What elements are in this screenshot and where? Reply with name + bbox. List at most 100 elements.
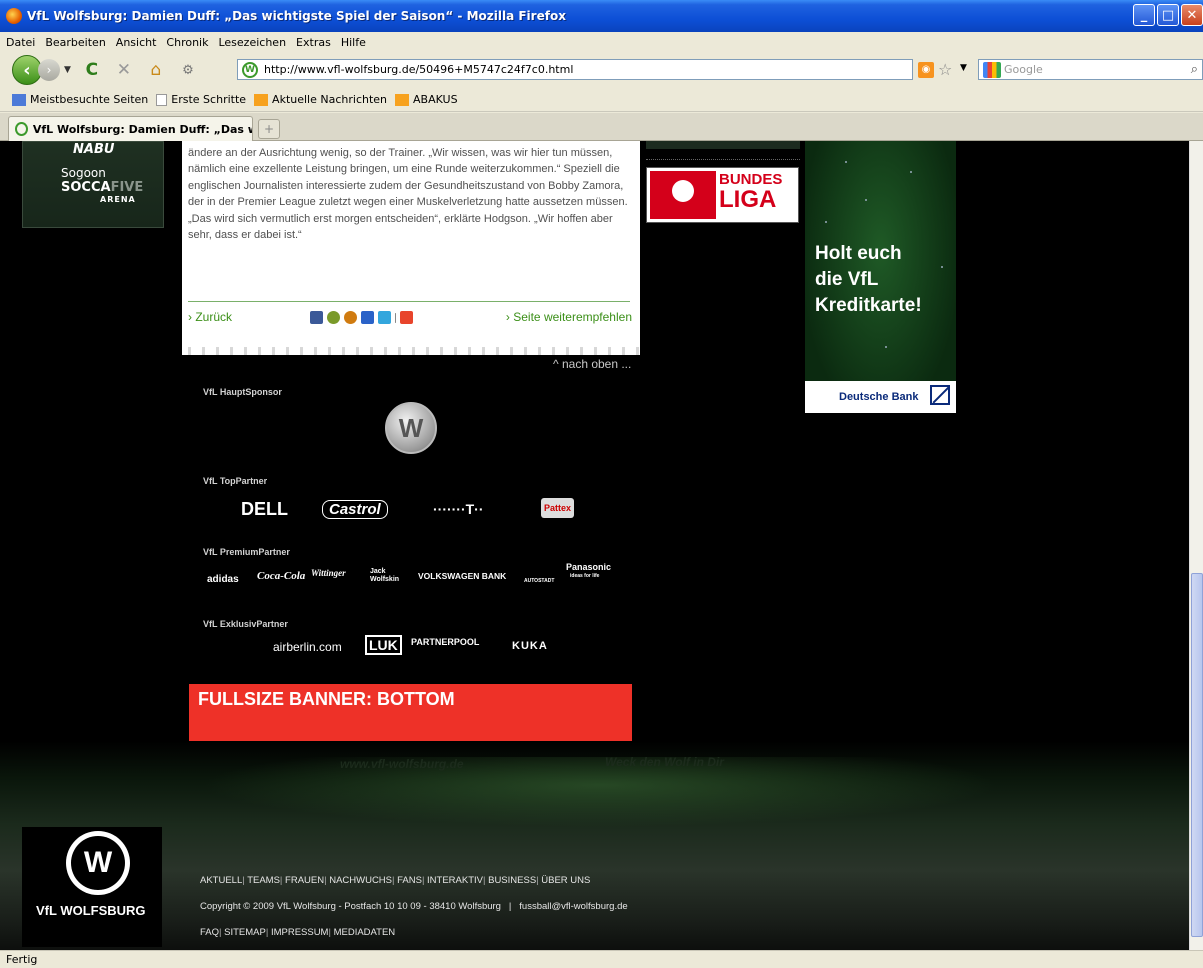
dell-logo[interactable]: DELL (241, 499, 288, 520)
soccafive-banner[interactable]: NABU Sogoon SOCCAFIVE ARENA (22, 141, 164, 228)
wolfsburg-crest-icon: W (66, 831, 130, 895)
scrollbar-thumb[interactable] (1191, 573, 1203, 937)
footer-link-business[interactable]: BUSINESS (488, 875, 536, 886)
footer-link-ueber-uns[interactable]: ÜBER UNS (541, 875, 590, 886)
article-divider (188, 301, 630, 302)
share-flower-icon[interactable] (327, 311, 340, 324)
history-dropdown-icon[interactable]: ▼ (64, 65, 71, 75)
vertical-scrollbar[interactable] (1189, 141, 1203, 950)
soccafive-logo: SOCCAFIVE (61, 180, 144, 195)
autostadt-logo[interactable]: AUTOSTADT (524, 578, 554, 584)
share-icons (310, 311, 413, 324)
share-star-icon[interactable] (344, 311, 357, 324)
footer-link-faq[interactable]: FAQ (200, 927, 219, 938)
volkswagen-logo[interactable]: W (385, 402, 437, 454)
rss-folder-icon (395, 93, 410, 106)
footer-link-nachwuchs[interactable]: NACHWUCHS (329, 875, 392, 886)
minimize-button[interactable]: _ (1133, 4, 1155, 26)
url-text[interactable]: http://www.vfl-wolfsburg.de/50496+M5747c… (264, 63, 573, 76)
reload-icon[interactable]: C (79, 59, 105, 81)
window-titlebar: VfL Wolfsburg: Damien Duff: „Das wichtig… (0, 0, 1203, 32)
back-link[interactable]: › Zurück (188, 310, 232, 324)
vfl-wolfsburg-logo[interactable]: W VfL WOLFSBURG (22, 827, 162, 947)
bookmarks-toolbar: Meistbesuchte Seiten Erste Schritte Aktu… (0, 88, 1203, 112)
page-viewport: NABU Sogoon SOCCAFIVE ARENA ändere an de… (0, 141, 1189, 950)
folder-icon (12, 93, 26, 106)
telekom-logo[interactable]: ·······T·· (433, 501, 484, 517)
kuka-logo[interactable]: KUKA (512, 640, 548, 652)
sidebar-strip (646, 141, 800, 149)
footer-link-mediadaten[interactable]: MEDIADATEN (334, 927, 396, 938)
tab-strip: VfL Wolfsburg: Damien Duff: „Das wic... … (0, 113, 1203, 141)
home-icon[interactable]: ⌂ (143, 59, 169, 81)
menu-chronik[interactable]: Chronik (166, 36, 214, 49)
bookmark-news[interactable]: Aktuelle Nachrichten (254, 93, 387, 106)
menu-bearbeiten[interactable]: Bearbeiten (45, 36, 111, 49)
back-to-top-link[interactable]: ^ nach oben ... (553, 357, 631, 371)
ghost-slogan-text: Weck den Wolf in Dir (605, 755, 724, 769)
delicious-icon[interactable] (361, 311, 374, 324)
airberlin-logo[interactable]: airberlin.com (273, 640, 342, 654)
new-tab-button[interactable]: + (258, 119, 280, 139)
bundesliga-logo[interactable]: BUNDES LIGA (646, 167, 799, 223)
sidebar-divider (646, 159, 800, 160)
footer-link-interaktiv[interactable]: INTERAKTIV (427, 875, 483, 886)
luk-logo[interactable]: LUK (365, 635, 402, 655)
credit-card-ad[interactable]: Holt euch die VfL Kreditkarte! Deutsche … (805, 141, 956, 413)
jack-wolfskin-logo[interactable]: Jack Wolfskin (370, 568, 404, 584)
url-bar[interactable]: W http://www.vfl-wolfsburg.de/50496+M574… (237, 59, 913, 80)
menu-extras[interactable]: Extras (296, 36, 337, 49)
tab-vfl-wolfsburg[interactable]: VfL Wolfsburg: Damien Duff: „Das wic... (8, 116, 253, 141)
bookmark-most-visited[interactable]: Meistbesuchte Seiten (12, 93, 148, 106)
footer-link-aktuell[interactable]: AKTUELL (200, 875, 242, 886)
close-button[interactable]: ✕ (1181, 4, 1203, 26)
facebook-icon[interactable] (310, 311, 323, 324)
footer-link-fans[interactable]: FANS (397, 875, 422, 886)
bookmark-star-icon[interactable]: ☆ (938, 60, 952, 79)
adidas-logo[interactable]: adidas (207, 574, 239, 585)
menu-lesezeichen[interactable]: Lesezeichen (218, 36, 292, 49)
pattex-logo[interactable]: Pattex (541, 498, 575, 518)
wittinger-logo[interactable]: Wittinger (311, 568, 346, 578)
menu-bar: Datei Bearbeiten Ansicht Chronik Lesezei… (0, 32, 1203, 52)
arena-text: ARENA (100, 195, 136, 204)
partnerpool-logo[interactable]: PARTNERPOOL (411, 637, 479, 647)
search-icon[interactable]: ⌕ (1191, 62, 1198, 77)
google-icon[interactable] (983, 61, 1001, 78)
recommend-page-link[interactable]: › Seite weiterempfehlen (506, 310, 632, 324)
status-bar: Fertig (0, 950, 1203, 968)
stop-icon[interactable]: ✕ (111, 59, 137, 81)
share-divider (395, 312, 396, 323)
volkswagen-bank-logo[interactable]: VOLKSWAGEN BANK (418, 571, 506, 581)
menu-ansicht[interactable]: Ansicht (116, 36, 163, 49)
url-dropdown-icon[interactable]: ▼ (960, 63, 967, 73)
menu-datei[interactable]: Datei (6, 36, 41, 49)
status-text: Fertig (6, 953, 38, 966)
window-title: VfL Wolfsburg: Damien Duff: „Das wichtig… (27, 9, 566, 23)
twitter-icon[interactable] (378, 311, 391, 324)
maximize-button[interactable]: □ (1157, 4, 1179, 26)
bundesliga-figure-icon (672, 180, 694, 202)
panasonic-logo[interactable]: Panasonic (566, 562, 611, 572)
footer-link-frauen[interactable]: FRAUEN (285, 875, 324, 886)
fullsize-banner-bottom[interactable]: FULLSIZE BANNER: BOTTOM (189, 684, 632, 741)
search-placeholder[interactable]: Google (1004, 63, 1043, 76)
firefox-icon (6, 8, 22, 24)
share-plus-icon[interactable] (400, 311, 413, 324)
castrol-logo[interactable]: Castrol (322, 500, 388, 519)
forward-button[interactable]: › (38, 59, 60, 81)
rss-feed-icon[interactable]: ◉ (918, 62, 934, 78)
footer-link-impressum[interactable]: IMPRESSUM (271, 927, 329, 938)
menu-hilfe[interactable]: Hilfe (341, 36, 372, 49)
coca-cola-logo[interactable]: Coca-Cola (257, 570, 305, 582)
search-bar[interactable]: Google ⌕ (978, 59, 1203, 80)
bookmark-abakus[interactable]: ABAKUS (395, 93, 458, 106)
footer-link-teams[interactable]: TEAMS (247, 875, 280, 886)
sogoon-text: Sogoon (61, 166, 106, 180)
footer-link-sitemap[interactable]: SITEMAP (224, 927, 266, 938)
article-content: ändere an der Ausrichtung wenig, so der … (182, 141, 640, 351)
exclusive-partner-label: VfL ExklusivPartner (203, 619, 288, 629)
bookmark-first-steps[interactable]: Erste Schritte (156, 93, 246, 106)
addon-icon[interactable]: ⚙ (175, 59, 201, 81)
rss-folder-icon (254, 93, 269, 106)
